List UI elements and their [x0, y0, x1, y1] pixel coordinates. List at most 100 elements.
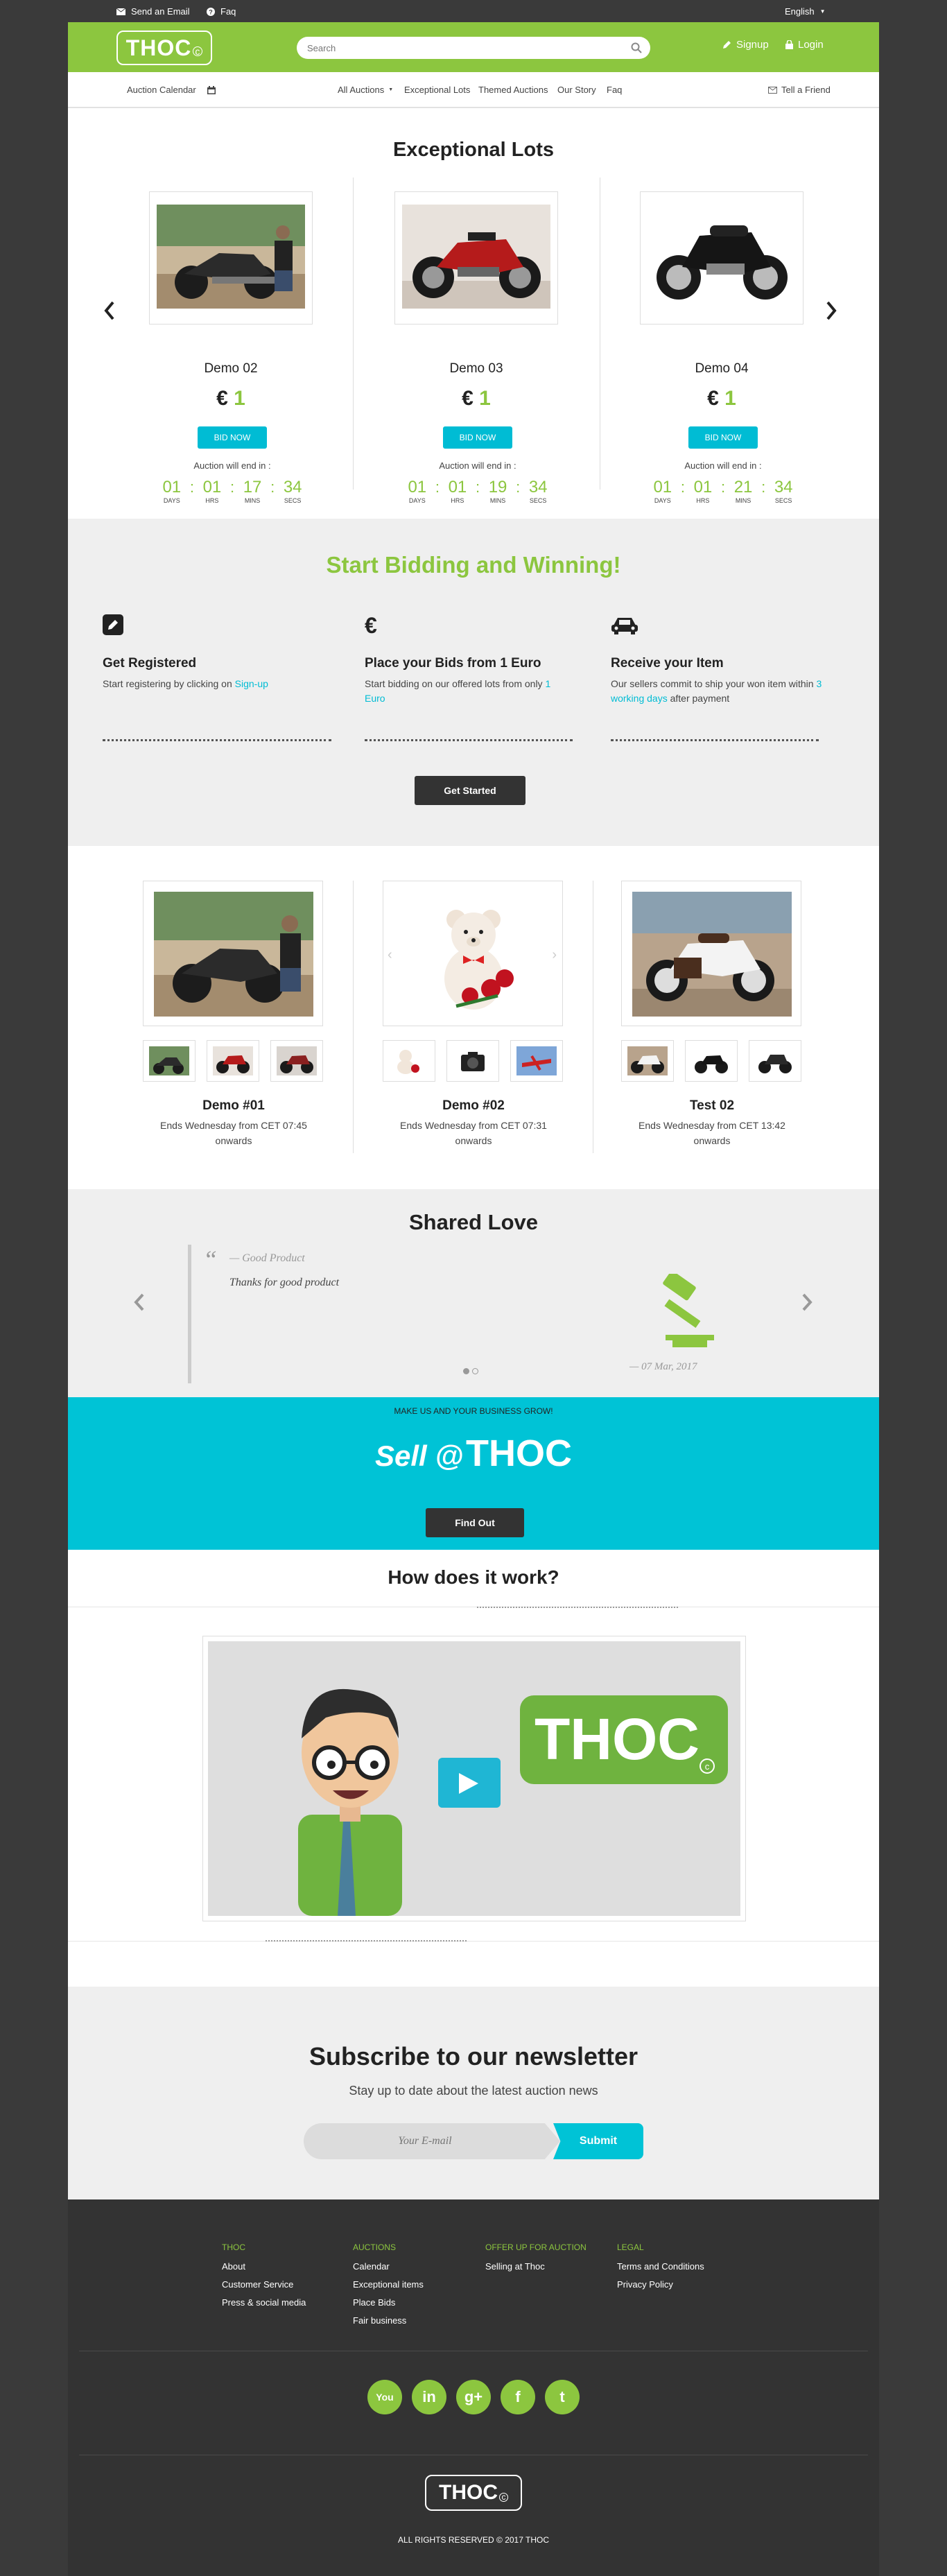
- hours-value: 01: [448, 478, 467, 496]
- nav-faq-label: Faq: [607, 85, 623, 95]
- tell-friend-link[interactable]: Tell a Friend: [768, 85, 831, 95]
- signup-link[interactable]: Signup: [722, 39, 769, 51]
- carousel-next-arrow[interactable]: [826, 301, 837, 320]
- carousel-prev-arrow[interactable]: [104, 301, 115, 320]
- thumbnail[interactable]: [510, 1040, 563, 1082]
- bid-now-button[interactable]: BID NOW: [688, 426, 758, 449]
- video-player[interactable]: THOC c: [202, 1636, 746, 1921]
- footer-link-about[interactable]: About: [222, 2258, 306, 2276]
- search-input[interactable]: [297, 37, 616, 59]
- image-prev-arrow[interactable]: ‹: [388, 947, 392, 963]
- get-started-button[interactable]: Get Started: [415, 776, 525, 805]
- shared-love-section: Shared Love “ — Good Product Thanks for …: [68, 1189, 879, 1397]
- thumbnail-strip: [143, 1040, 323, 1082]
- thumbnail[interactable]: [621, 1040, 674, 1082]
- minutes-value: 17: [243, 478, 262, 496]
- search-icon[interactable]: [631, 42, 642, 53]
- white-motorcycle-image: [632, 892, 792, 1017]
- lot-name[interactable]: Demo 02: [110, 361, 352, 377]
- sell-section: MAKE US AND YOUR BUSINESS GROW! Sell @ T…: [68, 1397, 879, 1550]
- dot-active[interactable]: [463, 1368, 469, 1374]
- start-bidding-section: Start Bidding and Winning! Get Registere…: [68, 519, 879, 846]
- submit-button[interactable]: Submit: [553, 2123, 643, 2159]
- email-field[interactable]: [304, 2123, 546, 2159]
- step-register: Get Registered Start registering by clic…: [103, 614, 331, 691]
- image-next-arrow[interactable]: ›: [552, 947, 557, 963]
- nav-themed-auctions-label: Themed Auctions: [478, 85, 548, 95]
- footer-link-terms[interactable]: Terms and Conditions: [617, 2258, 704, 2276]
- youtube-icon[interactable]: You: [367, 2380, 402, 2414]
- auction-ends-label: Auction will end in :: [439, 460, 516, 471]
- nav-faq[interactable]: Faq: [607, 85, 622, 95]
- footer-link-place-bids[interactable]: Place Bids: [353, 2294, 424, 2312]
- footer-column-title: THOC: [222, 2242, 245, 2252]
- main-nav: Auction Calendar All Auctions ▼ Exception…: [68, 72, 879, 108]
- footer-link-selling[interactable]: Selling at Thoc: [485, 2258, 587, 2276]
- google-plus-icon[interactable]: g+: [456, 2380, 491, 2414]
- footer-link-calendar[interactable]: Calendar: [353, 2258, 424, 2276]
- motorcycle-rider-image: [157, 205, 305, 309]
- twitter-icon[interactable]: t: [545, 2380, 580, 2414]
- price-value: 1: [234, 387, 245, 410]
- auction-name[interactable]: Test 02: [581, 1098, 843, 1114]
- thumbnail[interactable]: [143, 1040, 196, 1082]
- footer-link-privacy[interactable]: Privacy Policy: [617, 2276, 704, 2294]
- step-text: Our sellers commit to ship your won item…: [611, 677, 826, 706]
- lot-image-frame[interactable]: [394, 191, 558, 325]
- linkedin-icon[interactable]: in: [412, 2380, 446, 2414]
- thumbnail[interactable]: [207, 1040, 259, 1082]
- currency-symbol: €: [462, 387, 474, 410]
- send-email-link[interactable]: Send an Email: [116, 6, 190, 17]
- footer-logo[interactable]: THOC c: [425, 2475, 522, 2511]
- thumbnail[interactable]: [446, 1040, 499, 1082]
- bid-now-button[interactable]: BID NOW: [198, 426, 267, 449]
- thumbnail[interactable]: [749, 1040, 801, 1082]
- sell-word: Sell @: [375, 1440, 464, 1472]
- envelope-icon: [116, 8, 125, 15]
- start-bidding-title: Start Bidding and Winning!: [326, 552, 621, 578]
- auction-end-text: Ends Wednesday from CET 07:31 onwards: [400, 1120, 547, 1146]
- nav-all-auctions[interactable]: All Auctions ▼: [338, 85, 393, 95]
- footer-link-fair-business[interactable]: Fair business: [353, 2312, 424, 2330]
- bid-now-button[interactable]: BID NOW: [443, 426, 512, 449]
- login-link[interactable]: Login: [785, 39, 824, 51]
- thumbnail[interactable]: [383, 1040, 435, 1082]
- logo[interactable]: THOC c: [116, 31, 212, 65]
- how-it-works-section: How does it work? THOC c: [68, 1550, 879, 1987]
- exceptional-lots-title: Exceptional Lots: [392, 139, 555, 161]
- nav-exceptional-lots[interactable]: Exceptional Lots: [404, 85, 470, 95]
- thumbnail[interactable]: [685, 1040, 738, 1082]
- auction-main-image[interactable]: ‹ ›: [383, 881, 563, 1026]
- auction-name[interactable]: Demo #02: [342, 1098, 605, 1114]
- lot-name[interactable]: Demo 03: [355, 361, 598, 377]
- footer-link-press[interactable]: Press & social media: [222, 2294, 306, 2312]
- auction-main-image[interactable]: [143, 881, 323, 1026]
- thumbnail[interactable]: [270, 1040, 323, 1082]
- testimonial-prev-arrow[interactable]: [134, 1293, 145, 1311]
- divider: [68, 1941, 879, 1942]
- lot-image-frame[interactable]: [149, 191, 313, 325]
- copyright-mark: c: [193, 46, 203, 57]
- dot[interactable]: [472, 1368, 478, 1374]
- facebook-icon[interactable]: f: [501, 2380, 535, 2414]
- auction-main-image[interactable]: [621, 881, 801, 1026]
- lot-image-frame[interactable]: [640, 191, 803, 325]
- step-text-body: Our sellers commit to ship your won item…: [611, 678, 817, 689]
- days-value: 01: [653, 478, 672, 496]
- newsletter-title: Subscribe to our newsletter: [309, 2042, 638, 2071]
- lot-name[interactable]: Demo 04: [600, 361, 843, 377]
- pencil-icon: [722, 40, 731, 49]
- auction-calendar-link[interactable]: Auction Calendar: [127, 85, 216, 95]
- testimonial-next-arrow[interactable]: [801, 1293, 813, 1311]
- footer-link-exceptional-items[interactable]: Exceptional items: [353, 2276, 424, 2294]
- faq-top-link[interactable]: ? Faq: [207, 6, 236, 17]
- seconds-value: 34: [283, 478, 302, 496]
- nav-themed-auctions[interactable]: Themed Auctions: [478, 85, 548, 95]
- nav-our-story[interactable]: Our Story: [557, 85, 596, 95]
- find-out-button[interactable]: Find Out: [426, 1508, 524, 1537]
- envelope-outline-icon: [768, 86, 777, 94]
- auction-name[interactable]: Demo #01: [103, 1098, 365, 1114]
- footer-link-customer-service[interactable]: Customer Service: [222, 2276, 306, 2294]
- signup-inline-link[interactable]: Sign-up: [235, 678, 268, 689]
- language-select[interactable]: English ▼: [785, 6, 826, 17]
